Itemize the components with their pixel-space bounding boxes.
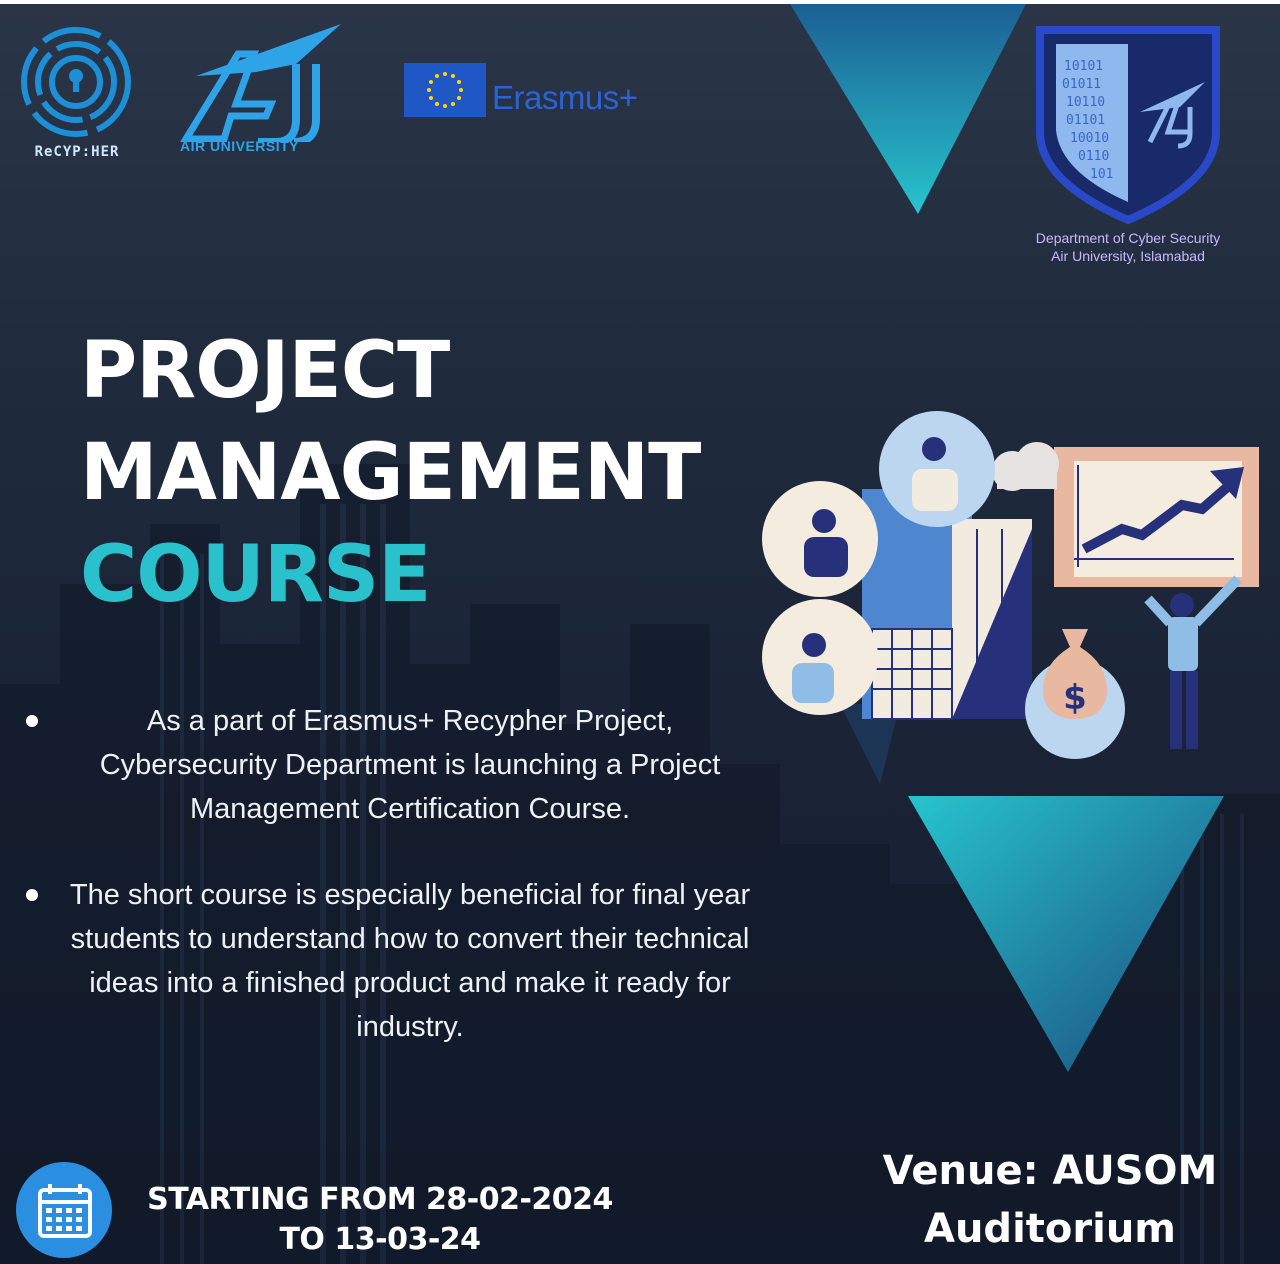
course-title: PROJECT MANAGEMENT COURSE	[80, 320, 701, 626]
svg-text:01011: 01011	[1062, 77, 1101, 92]
calendar-icon	[38, 1184, 92, 1238]
bottom-triangle-decoration	[908, 796, 1224, 1072]
air-university-logo: AIR UNIVERSITY	[176, 24, 346, 159]
svg-text:10101: 10101	[1064, 59, 1103, 74]
bullet-dot-icon	[26, 889, 38, 901]
erasmus-logo: Erasmus+	[404, 63, 674, 123]
shield-icon: 10101 01011 10110 01101 10010 0110 101	[1036, 26, 1220, 225]
end-date-text: TO 13-03-24	[279, 1222, 481, 1257]
svg-text:01101: 01101	[1066, 113, 1105, 128]
title-line-management: MANAGEMENT	[80, 428, 701, 518]
title-line-project: PROJECT	[80, 326, 450, 416]
bullet-text: As a part of Erasmus+ Recypher Project, …	[99, 705, 721, 825]
cyber-security-department-logo: 10101 01011 10110 01101 10010 0110 101 Depart…	[1000, 22, 1256, 272]
air-university-logo-text: AIR UNIVERSITY	[180, 138, 300, 154]
erasmus-logo-text: Erasmus+	[492, 79, 638, 116]
event-poster: ReCYP:HER AIR UNIVERSITY Erasmus+ 10101 …	[0, 4, 1280, 1264]
course-description-list: As a part of Erasmus+ Recypher Project, …	[20, 699, 760, 1091]
start-date-text: STARTING FROM 28-02-2024	[147, 1182, 613, 1217]
recypher-logo-text: ReCYP:HER	[34, 144, 120, 160]
top-triangle-decoration	[790, 4, 1026, 214]
svg-text:101: 101	[1090, 167, 1113, 182]
recypher-logo: ReCYP:HER	[18, 26, 136, 166]
svg-text:10010: 10010	[1070, 131, 1109, 146]
list-item: The short course is especially beneficia…	[20, 873, 760, 1049]
recypher-lock-icon	[21, 27, 131, 137]
calendar-icon-badge	[16, 1162, 112, 1258]
svg-text:10110: 10110	[1066, 95, 1105, 110]
title-line-course: COURSE	[80, 530, 431, 620]
bullet-dot-icon	[26, 715, 38, 727]
svg-text:0110: 0110	[1078, 149, 1109, 164]
eu-flag-icon	[404, 63, 486, 117]
course-dates: STARTING FROM 28-02-2024 TO 13-03-24	[120, 1180, 640, 1260]
dollar-sign-text: $	[1063, 678, 1087, 718]
department-name: Department of Cyber Security	[1035, 230, 1221, 246]
list-item: As a part of Erasmus+ Recypher Project, …	[20, 699, 760, 831]
air-university-eagle-icon	[179, 24, 341, 146]
university-location: Air University, Islamabad	[1051, 248, 1205, 264]
bullet-text: The short course is especially beneficia…	[69, 879, 751, 1043]
venue-info: Venue: AUSOM Auditorium	[860, 1142, 1240, 1258]
project-management-illustration: $	[762, 411, 1259, 759]
venue-line-2: Auditorium	[924, 1206, 1176, 1252]
venue-line-1: Venue: AUSOM	[882, 1148, 1218, 1194]
